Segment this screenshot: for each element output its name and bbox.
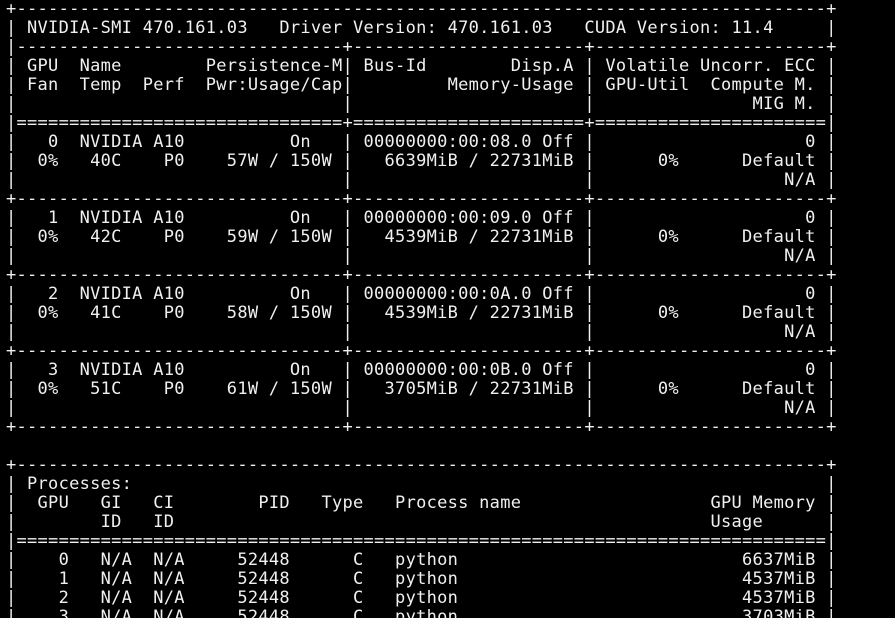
gpu-row-line: | 0% 41C P0 58W / 150W | 4539MiB / 22731… [6,303,837,323]
terminal-line: |=======================================… [6,531,837,551]
terminal-line: +-------------------------------+-------… [6,417,837,437]
terminal-line: +-------------------------------+-------… [6,189,837,209]
process-row-line: | 1 N/A N/A 52448 C python 4537MiB | [6,569,837,589]
gpu-table-header-line: | Fan Temp Perf Pwr:Usage/Cap| Memory-Us… [6,75,837,95]
terminal-line: +-------------------------------+-------… [6,341,837,361]
header-version-line: | NVIDIA-SMI 470.161.03 Driver Version: … [6,18,837,38]
terminal-line: +---------------------------------------… [6,455,837,475]
terminal-window[interactable]: +---------------------------------------… [6,0,895,618]
terminal-line: +---------------------------------------… [6,0,837,19]
gpu-row-line: | 0% 40C P0 57W / 150W | 6639MiB / 22731… [6,151,837,171]
gpu-table-header-line: | GPU Name Persistence-M| Bus-Id Disp.A … [6,56,837,76]
terminal-output: +---------------------------------------… [6,0,895,618]
processes-header-line: | ID ID Usage | [6,512,837,532]
process-row-line: | 2 N/A N/A 52448 C python 4537MiB | [6,588,837,608]
terminal-line: +-------------------------------+-------… [6,265,837,285]
gpu-row-line: | 0% 51C P0 61W / 150W | 3705MiB / 22731… [6,379,837,399]
process-row-line: | 3 N/A N/A 52448 C python 3703MiB | [6,607,837,618]
gpu-row-line: | 0 NVIDIA A10 On | 00000000:00:08.0 Off… [6,132,837,152]
terminal-line: |-------------------------------+-------… [6,37,837,57]
gpu-row-line: | | | N/A | [6,170,837,190]
gpu-row-line: | | | N/A | [6,322,837,342]
process-row-line: | 0 N/A N/A 52448 C python 6637MiB | [6,550,837,570]
gpu-row-line: | 0% 42C P0 59W / 150W | 4539MiB / 22731… [6,227,837,247]
gpu-table-header-line: | | | MIG M. | [6,94,837,114]
gpu-row-line: | | | N/A | [6,246,837,266]
gpu-row-line: | | | N/A | [6,398,837,418]
processes-header-line: | GPU GI CI PID Type Process name GPU Me… [6,493,837,513]
gpu-row-line: | 1 NVIDIA A10 On | 00000000:00:09.0 Off… [6,208,837,228]
gpu-row-line: | 3 NVIDIA A10 On | 00000000:00:0B.0 Off… [6,360,837,380]
gpu-row-line: | 2 NVIDIA A10 On | 00000000:00:0A.0 Off… [6,284,837,304]
processes-title-line: | Processes: | [6,474,837,494]
terminal-line: |===============================+=======… [6,113,837,133]
